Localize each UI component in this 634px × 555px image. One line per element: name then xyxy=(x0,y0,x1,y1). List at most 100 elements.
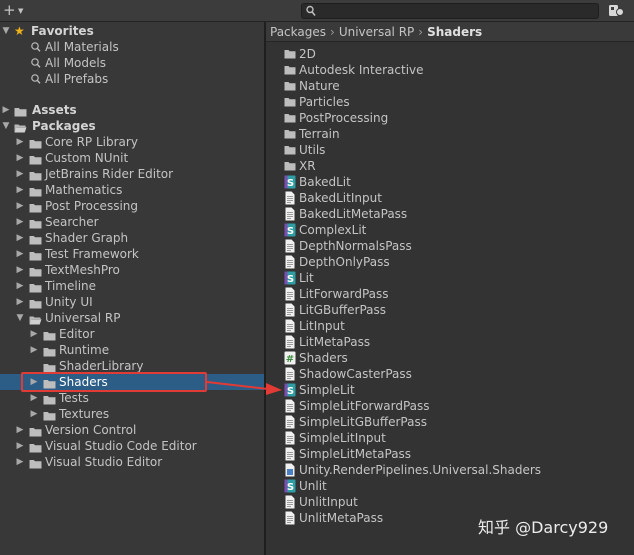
shader-include-file-icon xyxy=(284,399,296,413)
tree-item-label: Assets xyxy=(32,103,77,117)
asset-item-name: Terrain xyxy=(299,127,340,141)
tree-favorite-item[interactable]: All Prefabs xyxy=(0,71,264,87)
shader-file-icon: S xyxy=(284,383,296,397)
expand-right-icon[interactable]: ▶ xyxy=(15,262,25,278)
shader-include-file-icon xyxy=(284,303,296,317)
search-icon xyxy=(30,39,42,55)
search-input[interactable] xyxy=(301,3,599,19)
tree-package-item[interactable]: ▶ Version Control xyxy=(0,422,264,438)
tree-item-label: All Prefabs xyxy=(45,72,109,86)
breadcrumb: Packages › Universal RP › Shaders xyxy=(266,22,634,42)
asset-item-name: SimpleLit xyxy=(299,383,355,397)
expand-right-icon[interactable]: ▶ xyxy=(29,342,39,358)
asset-item-name: UnlitMetaPass xyxy=(299,511,384,525)
tree-package-item[interactable]: ▶ JetBrains Rider Editor xyxy=(0,166,264,182)
tree-package-item[interactable]: ▶ Custom NUnit xyxy=(0,150,264,166)
shader-include-file-icon xyxy=(284,495,296,509)
breadcrumb-universal-rp[interactable]: Universal RP xyxy=(339,25,414,39)
tree-assets[interactable]: ▶ Assets xyxy=(0,102,264,118)
tree-package-item[interactable]: ▶ Post Processing xyxy=(0,198,264,214)
asset-item-name: PostProcessing xyxy=(299,111,389,125)
asset-item-name: LitGBufferPass xyxy=(299,303,386,317)
tree-item-label: Unity UI xyxy=(45,295,93,309)
tree-item-label: Custom NUnit xyxy=(45,151,129,165)
folder-icon xyxy=(29,233,42,245)
expand-right-icon[interactable]: ▶ xyxy=(15,422,25,438)
folder-icon xyxy=(43,409,56,421)
folder-open-icon xyxy=(14,121,27,133)
expand-right-icon[interactable]: ▶ xyxy=(15,134,25,150)
folder-icon xyxy=(284,143,296,157)
tree-package-item[interactable]: ▶ TextMeshPro xyxy=(0,262,264,278)
expand-right-icon[interactable]: ▶ xyxy=(15,166,25,182)
tree-urp-child[interactable]: ▶ Textures xyxy=(0,406,264,422)
tree-package-item[interactable]: ▶ Timeline xyxy=(0,278,264,294)
expand-down-icon[interactable]: ▼ xyxy=(1,118,11,134)
tree-package-item[interactable]: ▶ Mathematics xyxy=(0,182,264,198)
tree-favorite-item[interactable]: All Materials xyxy=(0,39,264,55)
asset-item-name: LitInput xyxy=(299,319,345,333)
plus-icon: + xyxy=(3,1,16,19)
expand-right-icon[interactable]: ▶ xyxy=(15,278,25,294)
tree-urp-child[interactable]: ▶ Editor xyxy=(0,326,264,342)
folder-icon xyxy=(284,95,296,109)
tree-urp-child[interactable]: ▶ Runtime xyxy=(0,342,264,358)
tree-package-item[interactable]: ▶ Shader Graph xyxy=(0,230,264,246)
expand-right-icon[interactable]: ▶ xyxy=(15,230,25,246)
shader-include-file-icon xyxy=(284,367,296,381)
folder-icon xyxy=(29,137,42,149)
asset-item-name: Lit xyxy=(299,271,314,285)
asset-item-name: 2D xyxy=(299,47,316,61)
tree-package-item[interactable]: ▶ Visual Studio Editor xyxy=(0,454,264,470)
folder-open-icon xyxy=(29,313,42,325)
tree-favorite-item[interactable]: All Models xyxy=(0,55,264,71)
tree-item-label: All Materials xyxy=(45,40,119,54)
tree-package-item[interactable]: ▼ Universal RP xyxy=(0,310,264,326)
folder-icon xyxy=(43,329,56,341)
tree-favorites[interactable]: ▼ ★ Favorites xyxy=(0,23,264,39)
asset-item-name: UnlitInput xyxy=(299,495,358,509)
csharp-script-icon: # xyxy=(284,351,296,365)
asset-item-name: SimpleLitMetaPass xyxy=(299,447,412,461)
tree-package-item[interactable]: ▶ Visual Studio Code Editor xyxy=(0,438,264,454)
expand-right-icon[interactable]: ▶ xyxy=(29,326,39,342)
tree-urp-child[interactable]: ▶ Tests xyxy=(0,390,264,406)
tree-item-label: Core RP Library xyxy=(45,135,138,149)
expand-right-icon[interactable]: ▶ xyxy=(15,182,25,198)
asset-item-name: SimpleLitForwardPass xyxy=(299,399,430,413)
breadcrumb-packages[interactable]: Packages xyxy=(270,25,326,39)
expand-right-icon[interactable]: ▶ xyxy=(15,150,25,166)
expand-right-icon[interactable]: ▶ xyxy=(29,390,39,406)
expand-down-icon[interactable]: ▼ xyxy=(15,310,25,326)
expand-right-icon[interactable]: ▶ xyxy=(15,214,25,230)
asset-item-name: LitForwardPass xyxy=(299,287,389,301)
breadcrumb-shaders[interactable]: Shaders xyxy=(427,25,482,39)
expand-right-icon[interactable]: ▶ xyxy=(15,294,25,310)
expand-right-icon[interactable]: ▶ xyxy=(29,406,39,422)
expand-right-icon[interactable]: ▶ xyxy=(15,198,25,214)
tree-packages[interactable]: ▼ Packages xyxy=(0,118,264,134)
expand-right-icon[interactable]: ▶ xyxy=(15,454,25,470)
tree-package-item[interactable]: ▶ Unity UI xyxy=(0,294,264,310)
tree-item-label: TextMeshPro xyxy=(45,263,120,277)
shader-include-file-icon xyxy=(284,447,296,461)
folder-icon xyxy=(284,111,296,125)
tree-item-label: Post Processing xyxy=(45,199,138,213)
shader-include-file-icon xyxy=(284,191,296,205)
expand-down-icon[interactable]: ▼ xyxy=(1,23,11,39)
assembly-definition-icon xyxy=(284,463,296,477)
tree-package-item[interactable]: ▶ Searcher xyxy=(0,214,264,230)
tree-package-item[interactable]: ▶ Core RP Library xyxy=(0,134,264,150)
tree-item-label: Packages xyxy=(32,119,96,133)
folder-icon xyxy=(29,153,42,165)
expand-right-icon[interactable]: ▶ xyxy=(15,246,25,262)
expand-right-icon[interactable]: ▶ xyxy=(15,438,25,454)
expand-right-icon[interactable]: ▶ xyxy=(1,102,11,118)
folder-icon xyxy=(29,281,42,293)
asset-filter-icon[interactable] xyxy=(606,3,628,19)
search-icon xyxy=(30,55,42,71)
tree-package-item[interactable]: ▶ Test Framework xyxy=(0,246,264,262)
tree-item-label: Favorites xyxy=(31,24,94,38)
create-button[interactable]: + ▼ xyxy=(3,2,29,20)
folder-icon xyxy=(29,169,42,181)
